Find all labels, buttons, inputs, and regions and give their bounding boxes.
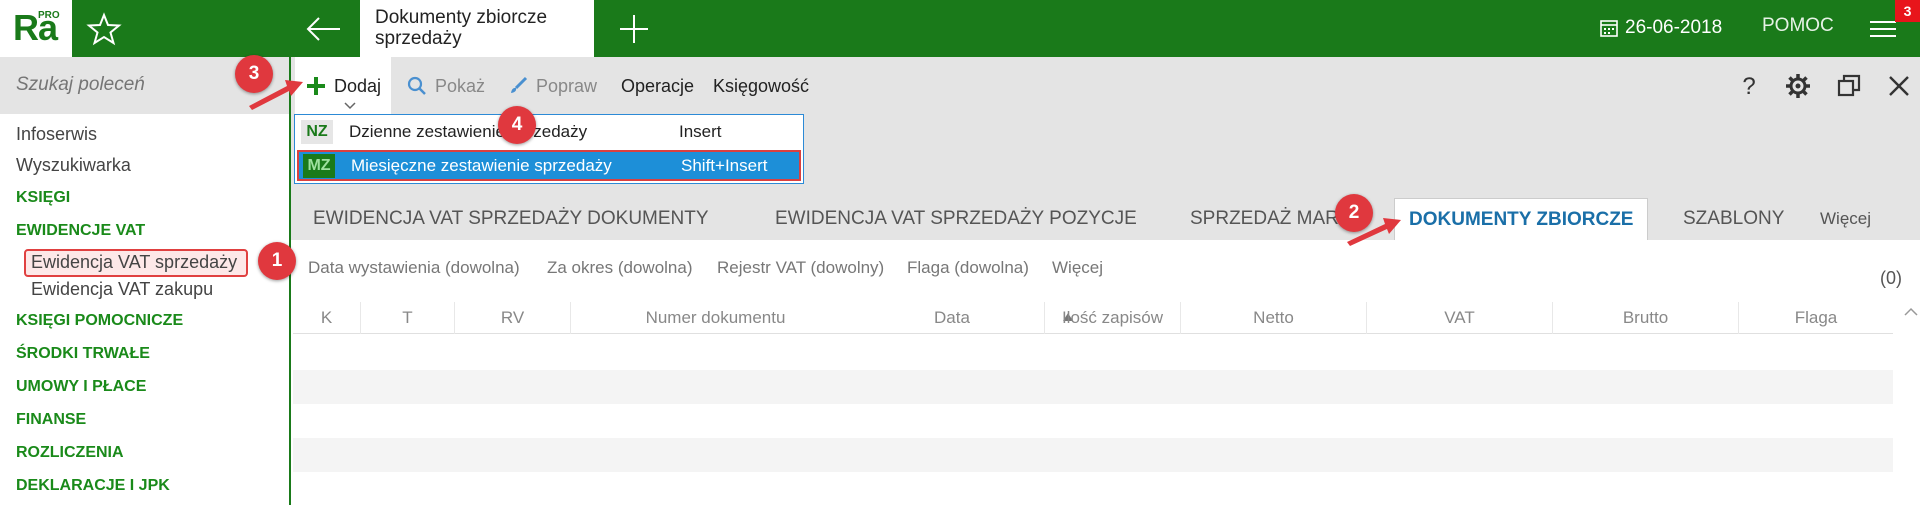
sidebar-item-ewidencje-vat[interactable]: EWIDENCJE VAT (16, 222, 145, 240)
toolbar: Dodaj Pokaż Popraw Operacje Księgowość ? (291, 57, 1920, 114)
column-header-rv[interactable]: RV (455, 302, 571, 334)
show-button[interactable]: Pokaż (407, 73, 485, 99)
add-dropdown-menu: NZ Dzienne zestawienie sprzedaży Insert … (294, 114, 804, 184)
logo-badge: PRO (38, 10, 60, 21)
date-display[interactable]: 26-06-2018 (1600, 15, 1722, 41)
help-link[interactable]: POMOC (1762, 15, 1834, 37)
plus-icon (307, 77, 325, 95)
column-header-t[interactable]: T (361, 302, 455, 334)
close-icon[interactable] (1884, 71, 1914, 101)
column-header-vat[interactable]: VAT (1367, 302, 1553, 334)
column-header-entry-count[interactable]: Ilość zapisów (1045, 302, 1181, 334)
active-window-tab[interactable]: Dokumenty zbiorcze sprzedaży (360, 0, 594, 57)
annotation-marker-4: 4 (498, 106, 536, 144)
menu-item-label: Miesięczne zestawienie sprzedaży (351, 155, 612, 175)
operations-menu[interactable]: Operacje (621, 73, 694, 99)
sidebar-item-deklaracje-i-jpk[interactable]: DEKLARACJE I JPK (16, 477, 170, 495)
filter-more[interactable]: Więcej (1052, 258, 1103, 278)
column-header-date[interactable]: Data (860, 302, 1045, 334)
annotation-marker-3: 3 (235, 55, 273, 93)
sidebar-item-ewidencja-vat-sprzedazy[interactable]: Ewidencja VAT sprzedaży (31, 252, 237, 273)
menu-item-code: MZ (303, 153, 335, 178)
window-title-line1: Dokumenty zbiorcze (375, 7, 548, 28)
settings-gear-icon[interactable] (1783, 71, 1813, 101)
annotation-marker-1: 1 (258, 242, 296, 280)
top-bar: Ra PRO Dokumenty zbiorcze sprzedaży 26-0… (0, 0, 1920, 57)
tab-ewidencja-vat-sprzedazy-dokumenty[interactable]: EWIDENCJA VAT SPRZEDAŻY DOKUMENTY (313, 198, 709, 240)
sidebar-item-wyszukiwarka[interactable]: Wyszukiwarka (16, 155, 131, 176)
command-search-input[interactable] (16, 71, 226, 99)
edit-button-label: Popraw (536, 75, 598, 96)
window-title-line2: sprzedaży (375, 28, 462, 49)
column-header-document-number[interactable]: Numer dokumentu (571, 302, 860, 334)
menu-item-shortcut: Insert (679, 121, 722, 141)
scroll-up-chevron-icon[interactable] (1902, 302, 1920, 322)
notification-badge[interactable]: 3 (1895, 0, 1920, 22)
table-row (293, 336, 1893, 370)
magnifier-icon (407, 76, 426, 95)
menu-item-daily-summary[interactable]: NZ Dzienne zestawienie sprzedaży Insert (297, 116, 801, 147)
filter-period[interactable]: Za okres (dowolna) (547, 258, 693, 278)
sidebar-item-ksiegi-pomocnicze[interactable]: KSIĘGI POMOCNICZE (16, 312, 183, 330)
table-row (293, 438, 1893, 472)
add-button-label: Dodaj (334, 75, 382, 96)
add-dropdown-chevron-icon[interactable] (344, 102, 356, 110)
menu-item-monthly-summary[interactable]: MZ Miesięczne zestawienie sprzedaży Shif… (297, 150, 801, 181)
calendar-icon (1600, 20, 1618, 37)
tab-more[interactable]: Więcej (1820, 198, 1871, 240)
sidebar-item-srodki-trwale[interactable]: ŚRODKI TRWAŁE (16, 345, 150, 363)
hamburger-menu-icon[interactable] (1868, 14, 1898, 44)
column-header-gross[interactable]: Brutto (1553, 302, 1739, 334)
table-row (293, 472, 1893, 505)
column-header-net[interactable]: Netto (1181, 302, 1367, 334)
tab-dokumenty-zbiorcze[interactable]: DOKUMENTY ZBIORCZE (1394, 198, 1649, 240)
date-text: 26-06-2018 (1625, 17, 1723, 38)
menu-item-code: NZ (301, 119, 333, 144)
restore-window-icon[interactable] (1834, 71, 1864, 101)
column-header-k[interactable]: K (293, 302, 361, 334)
filter-flag[interactable]: Flaga (dowolna) (907, 258, 1029, 278)
table-row (293, 370, 1893, 404)
filter-vat-register[interactable]: Rejestr VAT (dowolny) (717, 258, 884, 278)
sidebar-item-ewidencja-vat-zakupu[interactable]: Ewidencja VAT zakupu (31, 279, 213, 300)
sidebar-item-ksiegi[interactable]: KSIĘGI (16, 189, 70, 207)
table-row (293, 404, 1893, 438)
edit-button[interactable]: Popraw (508, 73, 597, 99)
column-header-flag[interactable]: Flaga (1739, 302, 1893, 334)
filter-issue-date[interactable]: Data wystawienia (dowolna) (308, 258, 520, 278)
add-button[interactable]: Dodaj (306, 73, 381, 99)
filter-bar: Data wystawienia (dowolna) Za okres (dow… (291, 240, 1920, 296)
brush-icon (511, 76, 528, 93)
sidebar-item-infoserwis[interactable]: Infoserwis (16, 124, 97, 145)
show-button-label: Pokaż (435, 75, 486, 96)
back-arrow-icon[interactable] (303, 12, 345, 46)
accounting-menu[interactable]: Księgowość (713, 73, 809, 99)
svg-text:?: ? (1742, 73, 1755, 100)
new-tab-plus-icon[interactable] (616, 11, 652, 47)
sidebar-item-finanse[interactable]: FINANSE (16, 411, 86, 429)
sidebar: Infoserwis Wyszukiwarka KSIĘGI EWIDENCJE… (0, 57, 291, 505)
sidebar-item-rozliczenia[interactable]: ROZLICZENIA (16, 444, 124, 462)
menu-item-label: Dzienne zestawienie sprzedaży (349, 121, 588, 141)
annotation-marker-2: 2 (1335, 194, 1373, 232)
help-question-icon[interactable]: ? (1734, 71, 1764, 101)
menu-item-shortcut: Shift+Insert (681, 155, 768, 175)
tab-szablony[interactable]: SZABLONY (1683, 198, 1784, 240)
tab-ewidencja-vat-sprzedazy-pozycje[interactable]: EWIDENCJA VAT SPRZEDAŻY POZYCJE (775, 198, 1137, 240)
record-count: (0) (1880, 268, 1902, 288)
sidebar-item-umowy-i-place[interactable]: UMOWY I PŁACE (16, 378, 146, 396)
table-header: K T RV Numer dokumentu Data Ilość zapisó… (293, 302, 1893, 334)
favorite-star-icon[interactable] (86, 12, 122, 46)
app-logo[interactable]: Ra PRO (0, 0, 72, 57)
